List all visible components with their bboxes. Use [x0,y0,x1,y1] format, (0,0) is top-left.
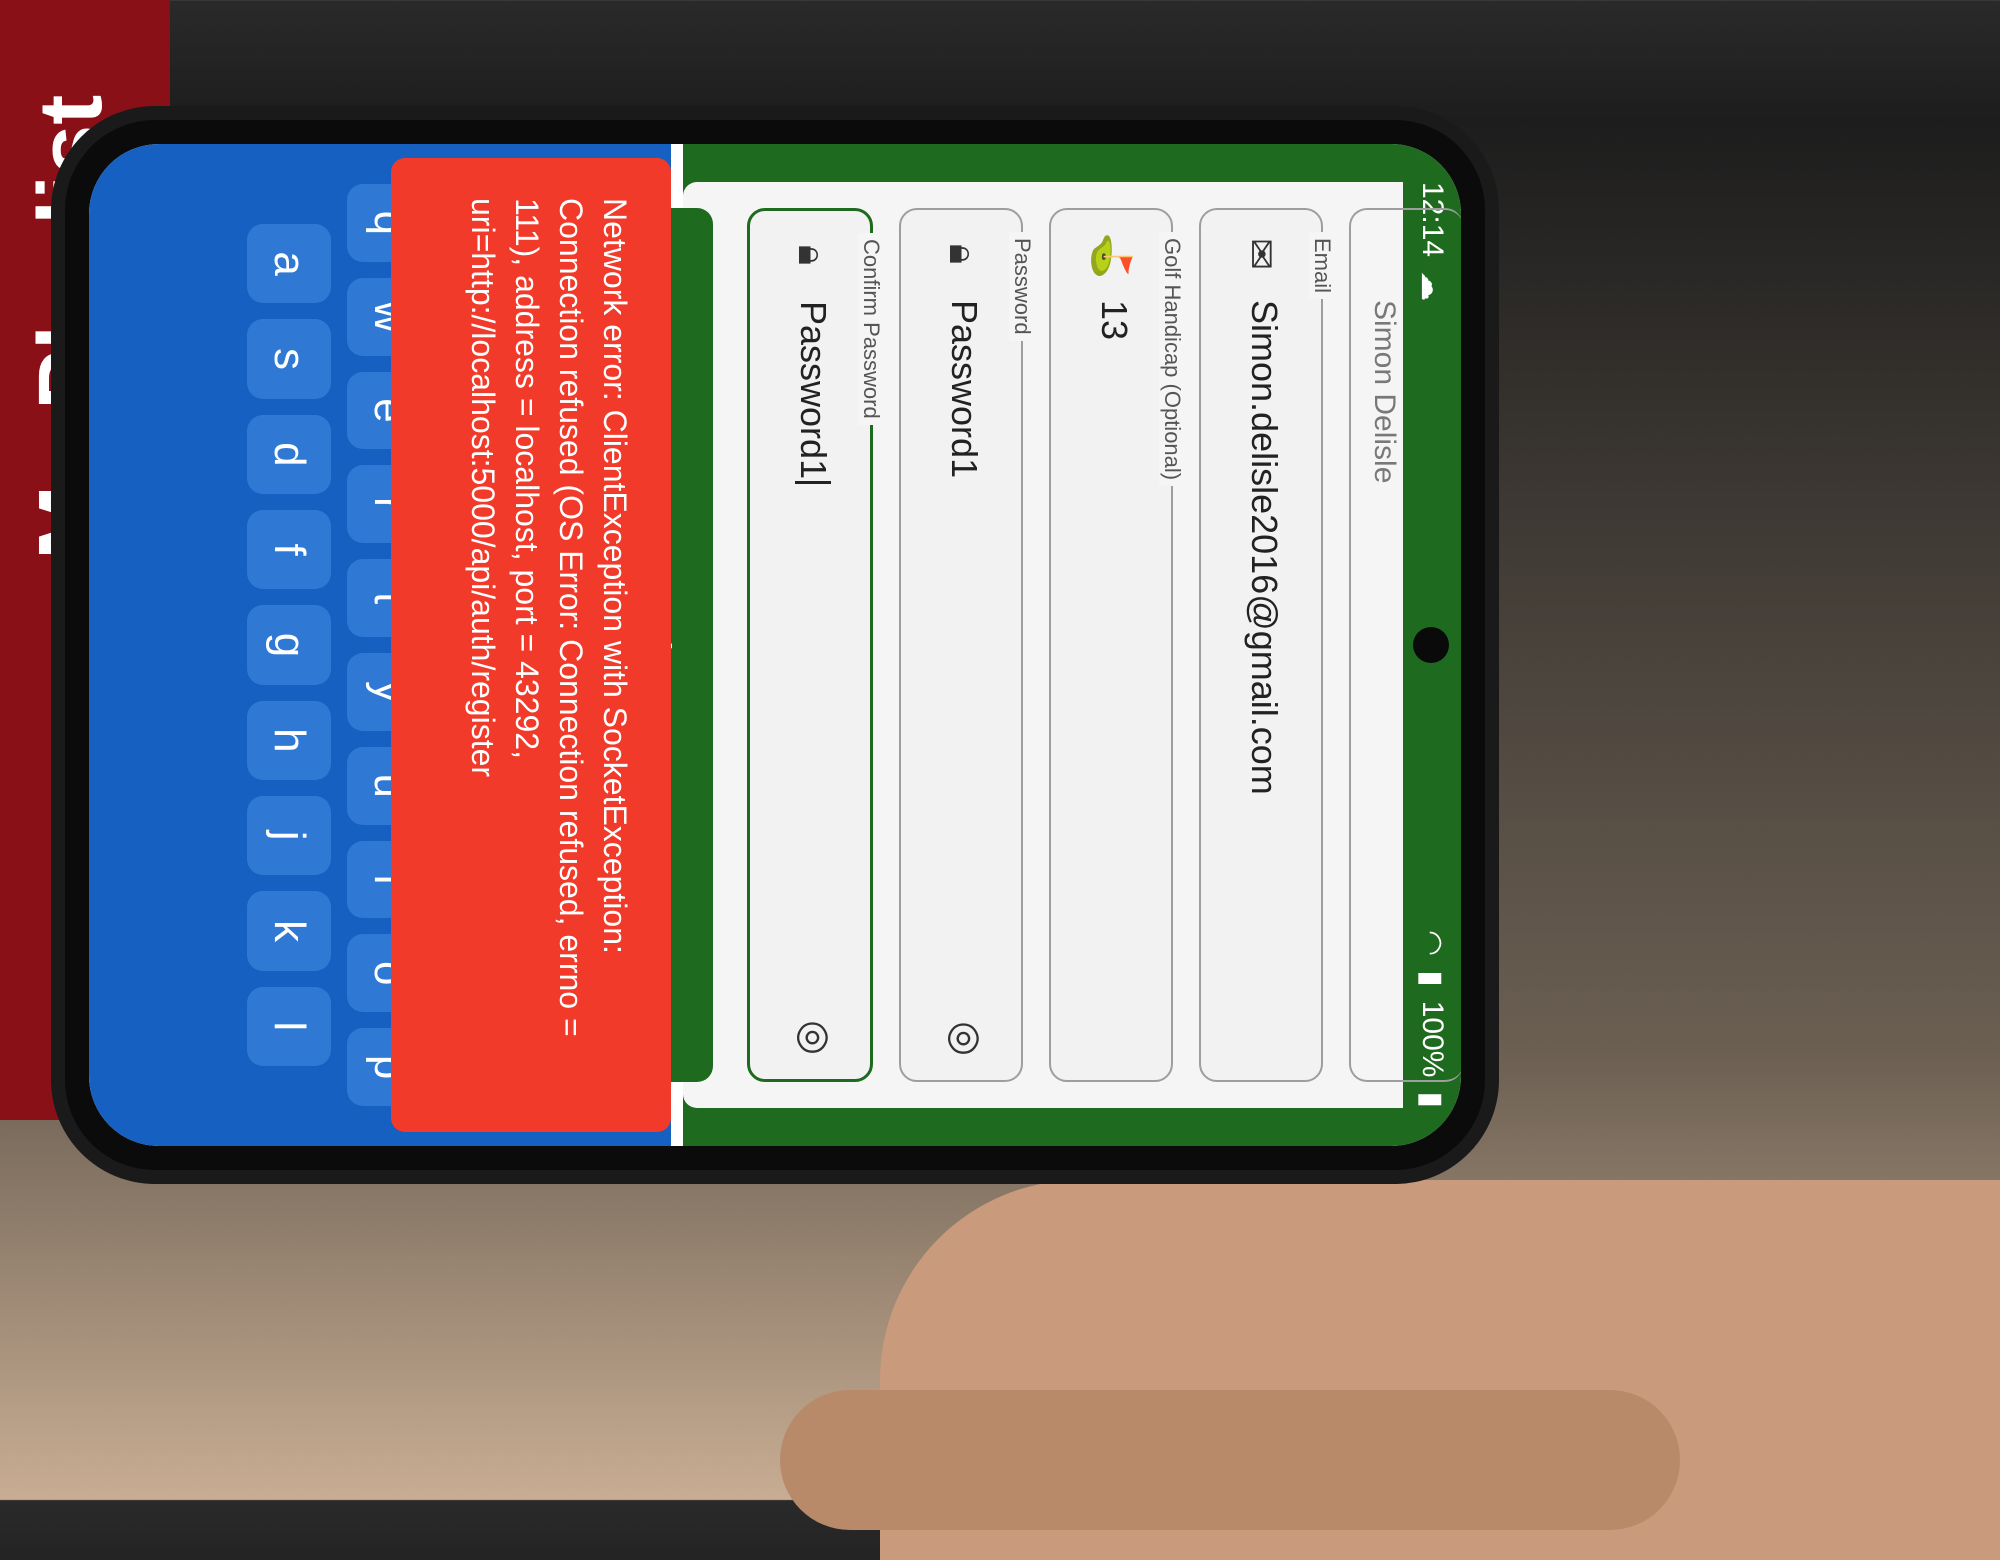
key-j[interactable]: j [247,795,331,876]
key-f[interactable]: f [247,509,331,590]
key-h[interactable]: h [247,700,331,780]
background-finger [780,1390,1680,1530]
key-d[interactable]: d [247,414,331,494]
form-card: Simon Delisle Email ✉ Simon.delisle2016@… [603,182,1461,1108]
confirm-password-field[interactable]: Confirm Password 🔒︎ Password1 ◎ [747,208,884,1082]
golf-icon: ⛳ [1090,232,1132,280]
lock-icon: 🔒︎ [941,243,983,265]
register-screen: Simon Delisle Email ✉ Simon.delisle2016@… [603,144,1461,1146]
lock-icon: 🔒︎ [790,244,832,266]
name-field[interactable]: Simon Delisle [1349,208,1461,1082]
confirm-password-label: Confirm Password [858,233,884,425]
key-k[interactable]: k [247,891,331,971]
mail-icon: ✉ [1239,238,1281,270]
password-label: Password [1009,232,1035,341]
key-g[interactable]: g [247,605,331,685]
confirm-password-value: Password1 [792,301,834,485]
handicap-value: 13 [1094,300,1135,341]
key-l[interactable]: l [247,986,331,1066]
eye-off-icon[interactable]: ◎ [943,1021,989,1056]
phone: 12:14 ☁ ◠ ▮ 100% ▮ Simon Delisle Email ✉… [65,120,1485,1170]
handicap-label: Golf Handicap (Optional) [1159,232,1185,487]
text-caret [795,481,831,485]
handicap-field[interactable]: Golf Handicap (Optional) ⛳ 13 [1049,208,1185,1082]
email-value: Simon.delisle2016@gmail.com [1244,300,1285,795]
battery-icon: ▮ [1415,1091,1449,1108]
error-message: Network error: ClientException with Sock… [465,198,633,1037]
key-s[interactable]: s [247,319,331,399]
email-field[interactable]: Email ✉ Simon.delisle2016@gmail.com [1199,208,1335,1082]
email-label: Email [1309,232,1335,300]
error-toast: Network error: ClientException with Sock… [391,158,671,1132]
key-a[interactable]: a [247,224,331,304]
password-field[interactable]: Password 🔒︎ Password1 ◎ [899,208,1035,1082]
name-field-value: Simon Delisle [1368,300,1401,484]
middle-letter-row: asdfghjkl [247,224,331,1066]
screen: 12:14 ☁ ◠ ▮ 100% ▮ Simon Delisle Email ✉… [89,144,1461,1146]
password-value: Password1 [944,300,985,479]
eye-off-icon[interactable]: ◎ [792,1020,838,1055]
